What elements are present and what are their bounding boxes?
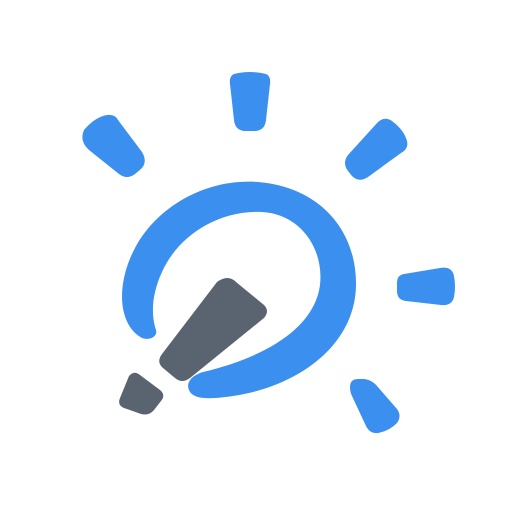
- ray-upper-left: [82, 114, 145, 177]
- ray-upper-right: [345, 118, 408, 180]
- lightbulb-idea-icon: [82, 72, 455, 434]
- ray-lower-right: [350, 379, 400, 434]
- pencil-tip: [119, 372, 164, 415]
- ray-top: [229, 72, 271, 131]
- ray-right: [397, 267, 455, 306]
- app-icon: [0, 0, 512, 512]
